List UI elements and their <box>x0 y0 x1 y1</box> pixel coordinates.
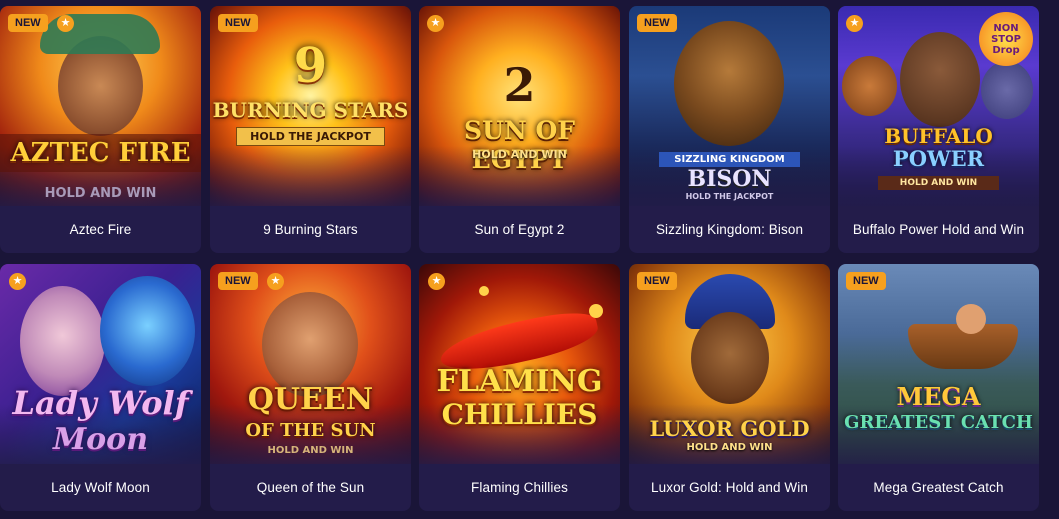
game-card-queen-of-the-sun[interactable]: QUEEN OF THE SUN HOLD AND WIN NEW ★ Quee… <box>210 264 411 511</box>
game-title: Sun of Egypt 2 <box>474 222 565 237</box>
art-title: QUEEN <box>247 382 374 417</box>
art-title: MEGA <box>896 382 981 411</box>
games-grid: AZTEC FIRE HOLD AND WIN NEW ★ Aztec Fire… <box>0 0 1059 519</box>
game-thumbnail[interactable]: 9 BURNING STARS HOLD THE JACKPOT <box>210 6 411 206</box>
art-subtitle: HOLD AND WIN <box>44 186 157 201</box>
non-stop-drop-logo: NON STOP Drop <box>979 12 1033 66</box>
game-thumbnail[interactable]: SIZZLING KINGDOM BISON HOLD THE JACKPOT <box>629 6 830 206</box>
game-card-luxor-gold[interactable]: LUXOR GOLD HOLD AND WIN NEW Luxor Gold: … <box>629 264 830 511</box>
art-title-2: OF THE SUN <box>245 420 376 441</box>
game-card-sizzling-kingdom-bison[interactable]: SIZZLING KINGDOM BISON HOLD THE JACKPOT … <box>629 6 830 253</box>
favorite-star-icon[interactable]: ★ <box>428 273 445 290</box>
art-subtitle: HOLD AND WIN <box>267 445 354 456</box>
art-title: FLAMING <box>436 364 603 399</box>
art-subtitle: HOLD AND WIN <box>878 176 999 190</box>
game-card-sun-of-egypt-2[interactable]: 2 SUN OF EGYPT HOLD AND WIN ★ Sun of Egy… <box>419 6 620 253</box>
new-badge: NEW <box>637 272 677 290</box>
game-title: Queen of the Sun <box>256 480 365 495</box>
favorite-star-icon[interactable]: ★ <box>9 273 26 290</box>
art-number: 2 <box>503 58 536 112</box>
game-title: Lady Wolf Moon <box>51 480 150 495</box>
art-number: 9 <box>293 38 328 94</box>
lady-face <box>20 286 105 396</box>
art-subtitle: HOLD AND WIN <box>472 148 567 161</box>
game-title: Mega Greatest Catch <box>873 480 1004 495</box>
art-title: SUN OF EGYPT <box>464 116 575 174</box>
art-title-2: BISON <box>687 166 772 192</box>
new-badge: NEW <box>846 272 886 290</box>
bison-head <box>674 21 784 146</box>
art-subtitle: HOLD THE JACKPOT <box>685 192 774 201</box>
game-thumbnail[interactable]: 2 SUN OF EGYPT HOLD AND WIN <box>419 6 620 206</box>
game-card-aztec-fire[interactable]: AZTEC FIRE HOLD AND WIN NEW ★ Aztec Fire <box>0 6 201 253</box>
game-title: Sizzling Kingdom: Bison <box>655 222 804 237</box>
new-badge: NEW <box>8 14 48 32</box>
game-card-9-burning-stars[interactable]: 9 BURNING STARS HOLD THE JACKPOT NEW 9 B… <box>210 6 411 253</box>
game-title: Luxor Gold: Hold and Win <box>651 480 808 495</box>
game-card-flaming-chillies[interactable]: FLAMING CHILLIES ★ Flaming Chillies <box>419 264 620 511</box>
game-card-lady-wolf-moon[interactable]: Lady Wolf Moon ★ Lady Wolf Moon <box>0 264 201 511</box>
favorite-star-icon[interactable]: ★ <box>427 15 444 32</box>
art-title: Lady Wolf <box>12 384 189 422</box>
favorite-star-icon[interactable]: ★ <box>846 15 863 32</box>
game-thumbnail[interactable]: FLAMING CHILLIES <box>419 264 620 464</box>
new-badge: NEW <box>218 272 258 290</box>
game-title: Aztec Fire <box>69 222 132 237</box>
cleopatra-face <box>691 312 769 404</box>
art-subtitle: HOLD THE JACKPOT <box>236 127 385 146</box>
game-thumbnail[interactable]: LUXOR GOLD HOLD AND WIN <box>629 264 830 464</box>
art-title: BUFFALO <box>884 124 993 148</box>
game-card-mega-greatest-catch[interactable]: MEGA GREATEST CATCH NEW Mega Greatest Ca… <box>838 264 1039 511</box>
fisherman <box>956 304 986 334</box>
game-thumbnail[interactable]: AZTEC FIRE HOLD AND WIN <box>0 6 201 206</box>
art-title: SIZZLING KINGDOM <box>659 152 800 167</box>
art-title: BURNING STARS <box>212 98 409 122</box>
game-thumbnail[interactable]: MEGA GREATEST CATCH <box>838 264 1039 464</box>
game-thumbnail[interactable]: Lady Wolf Moon <box>0 264 201 464</box>
game-thumbnail[interactable]: QUEEN OF THE SUN HOLD AND WIN <box>210 264 411 464</box>
art-title-2: POWER <box>892 146 985 171</box>
art-title-2: GREATEST CATCH <box>844 412 1033 433</box>
game-title: Flaming Chillies <box>471 480 568 495</box>
art-title-2: CHILLIES <box>441 398 598 431</box>
game-title: Buffalo Power Hold and Win <box>852 222 1025 237</box>
wolf-head <box>100 276 195 386</box>
game-title: 9 Burning Stars <box>263 222 358 237</box>
game-thumbnail[interactable]: NON STOP Drop BUFFALO POWER HOLD AND WIN <box>838 6 1039 206</box>
game-card-buffalo-power[interactable]: NON STOP Drop BUFFALO POWER HOLD AND WIN… <box>838 6 1039 253</box>
art-title-2: Moon <box>52 422 149 457</box>
new-badge: NEW <box>218 14 258 32</box>
favorite-star-icon[interactable]: ★ <box>267 273 284 290</box>
art-subtitle: HOLD AND WIN <box>686 442 773 453</box>
art-title: AZTEC FIRE <box>0 134 201 172</box>
art-title: LUXOR GOLD <box>649 416 810 441</box>
favorite-star-icon[interactable]: ★ <box>57 15 74 32</box>
new-badge: NEW <box>637 14 677 32</box>
